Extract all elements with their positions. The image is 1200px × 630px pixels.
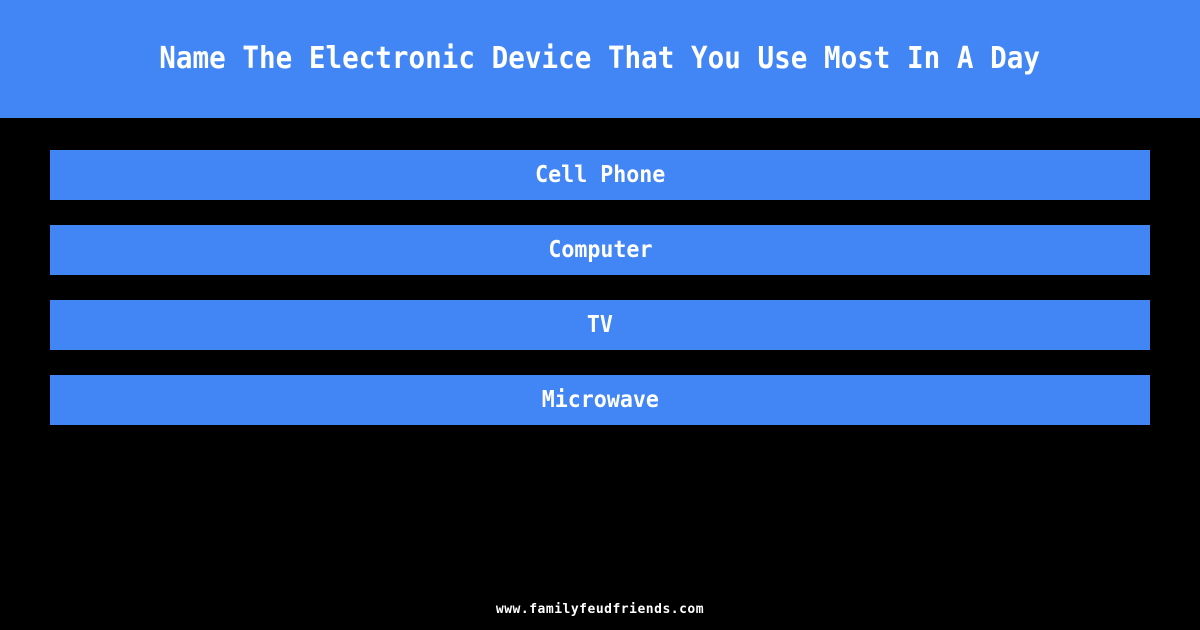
family-feud-answer-card: Name The Electronic Device That You Use … — [0, 0, 1200, 630]
answer-row-4[interactable]: Microwave — [50, 375, 1150, 425]
question-header: Name The Electronic Device That You Use … — [0, 0, 1200, 118]
answer-list: Cell Phone Computer TV Microwave — [50, 150, 1150, 425]
answer-label-1: Cell Phone — [534, 161, 666, 188]
answer-row-3[interactable]: TV — [50, 300, 1150, 350]
answer-row-2[interactable]: Computer — [50, 225, 1150, 275]
answer-row-1[interactable]: Cell Phone — [50, 150, 1150, 200]
answer-label-4: Microwave — [541, 386, 659, 413]
footer: www.familyfeudfriends.com — [0, 598, 1200, 617]
answer-label-3: TV — [586, 311, 614, 338]
site-url-label[interactable]: www.familyfeudfriends.com — [496, 602, 704, 617]
question-title: Name The Electronic Device That You Use … — [159, 41, 1041, 76]
answer-label-2: Computer — [547, 236, 653, 263]
